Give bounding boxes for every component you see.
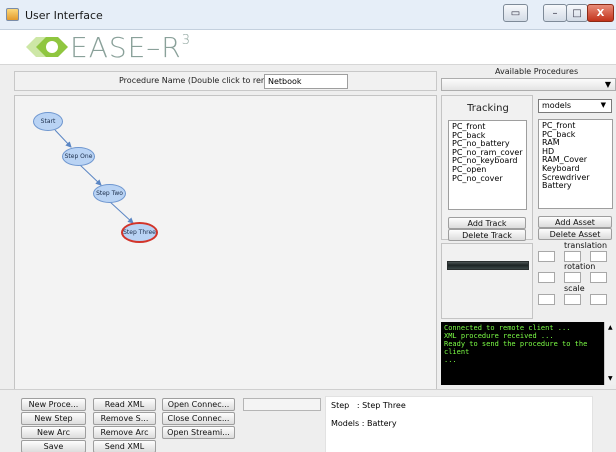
scale-x-field[interactable] [538, 294, 555, 305]
delete-asset-button[interactable]: Delete Asset [538, 228, 612, 240]
scale-label: scale [564, 284, 585, 293]
close-connection-button[interactable]: Close Connec... [162, 412, 235, 425]
ease-r-logo-icon [26, 37, 68, 57]
step-info-panel: Step : Step Three Models : Battery [325, 396, 593, 452]
models-value: : Battery [361, 419, 397, 428]
procedure-name-field[interactable] [264, 74, 348, 89]
scale-z-field[interactable] [590, 294, 607, 305]
procedure-graph-canvas[interactable]: Start Step One Step Two Step Three [14, 95, 437, 401]
open-connection-button[interactable]: Open Connec... [162, 398, 235, 411]
tracking-list[interactable]: PC_front PC_back PC_no_battery PC_no_ram… [448, 120, 527, 210]
console-line: ... [444, 356, 457, 364]
rotation-label: rotation [564, 262, 596, 271]
delete-track-button[interactable]: Delete Track [448, 229, 526, 241]
graph-arcs [54, 129, 134, 224]
maximize-button[interactable]: □ [566, 4, 588, 22]
procedure-name-label: Procedure Name (Double click to rename) [119, 76, 287, 85]
console-line: Ready to send the procedure to the clien… [444, 340, 588, 356]
console-output: Connected to remote client ... XML proce… [441, 322, 604, 385]
translation-z-field[interactable] [590, 251, 607, 262]
close-icon: X [596, 7, 605, 19]
remove-step-button[interactable]: Remove S... [93, 412, 156, 425]
java-app-icon [6, 8, 19, 21]
chevron-down-icon: ▼ [600, 101, 606, 109]
asset-category-dropdown[interactable]: models ▼ [538, 99, 612, 113]
rotation-z-field[interactable] [590, 272, 607, 283]
procedure-name-bar: Procedure Name (Double click to rename) [14, 71, 437, 91]
graph-node-step-two[interactable]: Step Two [93, 184, 126, 203]
add-track-button[interactable]: Add Track [448, 217, 526, 229]
graph-arc [108, 200, 134, 224]
window-title: User Interface [25, 9, 103, 22]
available-procedures-label: Available Procedures [495, 67, 579, 76]
translation-label: translation [564, 241, 608, 250]
rotation-y-field[interactable] [564, 272, 581, 283]
send-xml-button[interactable]: Send XML [93, 440, 156, 452]
add-asset-button[interactable]: Add Asset [538, 216, 612, 228]
graph-node-start[interactable]: Start [33, 112, 63, 131]
models-info-line: Models : Battery [331, 419, 587, 433]
console-scrollbar[interactable]: ▲ ▼ [604, 322, 616, 385]
graph-arc [78, 163, 102, 186]
models-label: Models [331, 419, 360, 428]
available-procedures-dropdown[interactable]: ▼ [441, 78, 616, 91]
graph-node-step-three[interactable]: Step Three [121, 222, 158, 243]
minimize-icon: – [552, 7, 558, 19]
translation-x-field[interactable] [538, 251, 555, 262]
tracking-preview-image [447, 261, 529, 270]
console-line: Connected to remote client ... [444, 324, 571, 332]
console-line: XML procedure received ... [444, 332, 554, 340]
connection-status-field [243, 398, 321, 411]
maximize-icon: □ [572, 7, 582, 19]
scroll-down-icon[interactable]: ▼ [608, 375, 613, 382]
scale-y-field[interactable] [564, 294, 581, 305]
remove-arc-button[interactable]: Remove Arc [93, 426, 156, 439]
logo-text: EASE–R3 [70, 31, 192, 64]
step-value: : Step Three [356, 401, 406, 410]
tracking-panel: Tracking PC_front PC_back PC_no_battery … [441, 95, 533, 241]
preview-panel [441, 243, 533, 319]
save-button[interactable]: Save [21, 440, 86, 452]
new-procedure-button[interactable]: New Proce... [21, 398, 86, 411]
close-button[interactable]: X [587, 4, 614, 22]
tracking-title: Tracking [467, 103, 509, 114]
graph-arc [54, 129, 72, 148]
scroll-up-icon[interactable]: ▲ [608, 324, 613, 331]
asset-list[interactable]: PC_front PC_back RAM HD RAM_Cover Keyboa… [538, 119, 613, 209]
restore-icon: ▭ [510, 7, 521, 19]
list-item[interactable]: PC_no_cover [452, 174, 523, 184]
chevron-down-icon: ▼ [604, 80, 611, 89]
bottom-toolbar: New Proce... New Step New Arc Save Read … [0, 389, 616, 452]
minimize-button[interactable]: – [543, 4, 567, 22]
graph-node-step-one[interactable]: Step One [62, 147, 95, 166]
read-xml-button[interactable]: Read XML [93, 398, 156, 411]
rotation-x-field[interactable] [538, 272, 555, 283]
open-streaming-button[interactable]: Open Streami... [162, 426, 235, 439]
new-arc-button[interactable]: New Arc [21, 426, 86, 439]
restore-button[interactable]: ▭ [503, 4, 528, 22]
title-bar: User Interface ▭ – □ X [0, 0, 616, 30]
list-item[interactable]: Battery [542, 182, 609, 191]
step-info-line: Step : Step Three [331, 401, 587, 415]
new-step-button[interactable]: New Step [21, 412, 86, 425]
logo-bar: EASE–R3 [0, 30, 616, 64]
translation-y-field[interactable] [564, 251, 581, 262]
step-label: Step [331, 401, 350, 410]
